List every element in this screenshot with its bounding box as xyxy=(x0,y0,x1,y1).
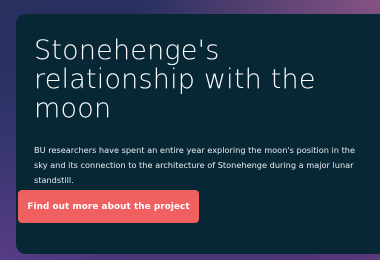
hero-description: BU researchers have spent an entire year… xyxy=(34,145,356,185)
hero-title: Stonehenge's relationship with the moon xyxy=(34,35,316,124)
find-out-more-button[interactable]: Find out more about the project xyxy=(18,190,199,223)
